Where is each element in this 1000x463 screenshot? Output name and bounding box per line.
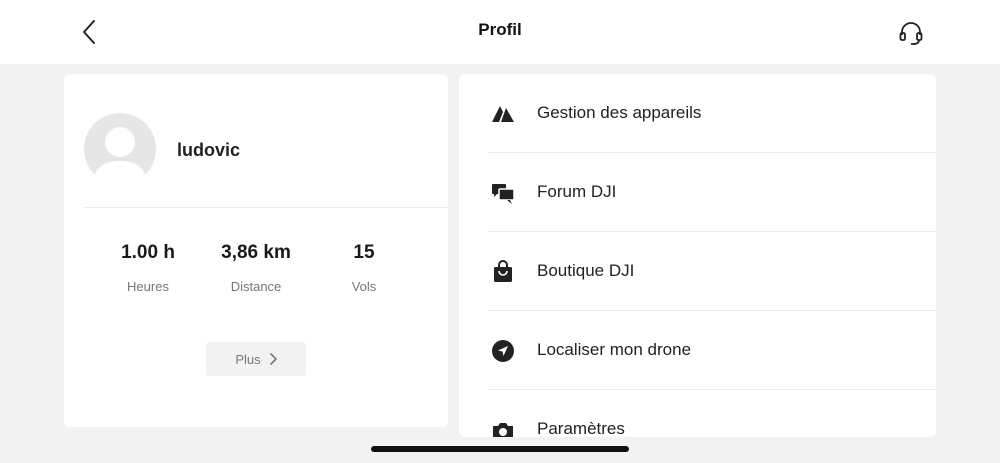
- headset-icon: [899, 22, 923, 45]
- menu-item-locate-drone[interactable]: Localiser mon drone: [459, 311, 936, 390]
- menu-item-forum[interactable]: Forum DJI: [459, 153, 936, 232]
- menu-item-settings[interactable]: Paramètres: [459, 390, 936, 437]
- menu-item-device-management[interactable]: Gestion des appareils: [459, 74, 936, 153]
- forum-chat-icon: [490, 180, 516, 206]
- locate-drone-icon: [490, 338, 516, 364]
- support-button[interactable]: [894, 16, 928, 50]
- profile-card: ludovic 1.00 h Heures 3,86 km Distance 1…: [64, 74, 448, 427]
- username: ludovic: [177, 140, 241, 160]
- menu-item-store[interactable]: Boutique DJI: [459, 232, 936, 311]
- avatar[interactable]: [84, 113, 156, 185]
- menu-item-label: Gestion des appareils: [537, 103, 702, 122]
- stat-flights-label: Vols: [351, 279, 377, 294]
- stat-flights: 15 Vols: [304, 242, 424, 294]
- chevron-right-icon: [269, 353, 277, 365]
- divider: [84, 207, 448, 208]
- menu-item-label: Paramètres: [537, 419, 625, 437]
- page-title: Profil: [478, 20, 522, 39]
- stat-distance: 3,86 km Distance: [196, 242, 316, 294]
- stat-hours-label: Heures: [127, 279, 169, 294]
- menu-card: Gestion des appareils Forum DJI Boutique…: [459, 74, 936, 437]
- stat-flights-value: 15: [353, 242, 375, 263]
- more-button[interactable]: Plus: [206, 342, 306, 376]
- camera-settings-icon: [490, 417, 516, 437]
- stat-hours-value: 1.00 h: [121, 242, 175, 263]
- device-management-icon: [490, 101, 516, 127]
- menu-item-label: Localiser mon drone: [537, 340, 692, 359]
- stat-hours: 1.00 h Heures: [88, 242, 208, 294]
- menu-item-label: Forum DJI: [537, 182, 617, 201]
- shopping-bag-icon: [490, 259, 516, 285]
- home-indicator[interactable]: [371, 446, 629, 452]
- stat-distance-label: Distance: [230, 279, 282, 294]
- stat-distance-value: 3,86 km: [221, 242, 291, 263]
- default-avatar-icon: [92, 127, 148, 185]
- more-button-label: Plus: [235, 351, 261, 367]
- menu-item-label: Boutique DJI: [537, 261, 635, 280]
- app-header: Profil: [0, 0, 1000, 64]
